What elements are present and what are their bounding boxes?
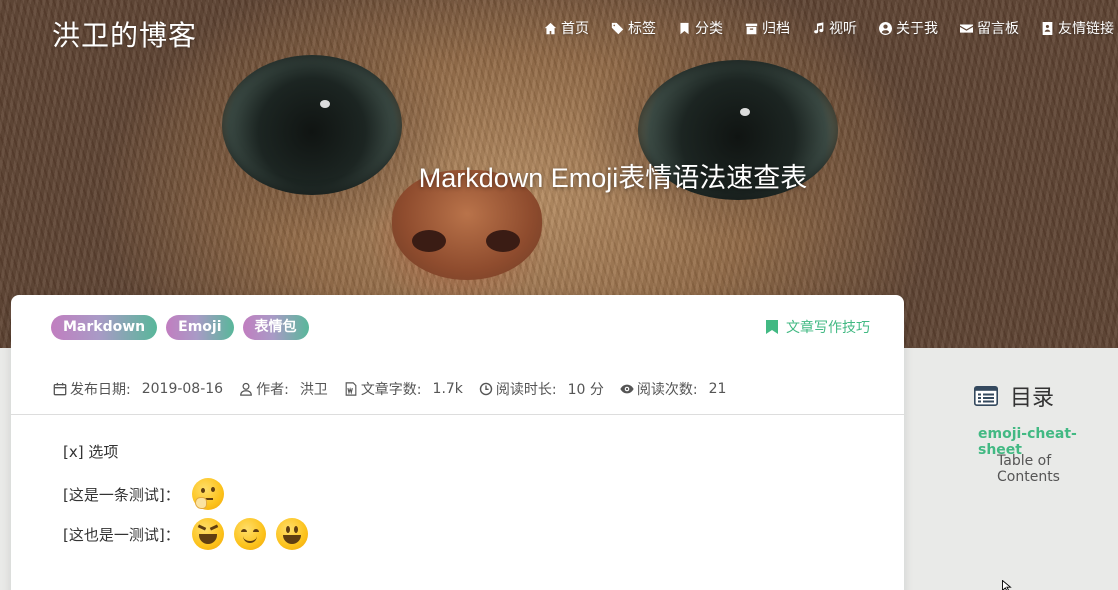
meta-divider: [11, 414, 904, 415]
mouse-cursor-icon: [1002, 580, 1012, 590]
home-icon: [544, 22, 557, 34]
content-line: [这是一条测试]：: [63, 476, 308, 512]
test-text: [这也是一测试]：: [63, 525, 180, 544]
nav-about-label: 关于我: [896, 21, 938, 37]
meta-date: 发布日期: 2019-08-16: [53, 379, 223, 399]
meta-author-value: 洪卫: [299, 382, 328, 398]
category-label: 文章写作技巧: [786, 320, 870, 336]
toc-item-table-of-contents[interactable]: Table of Contents: [997, 453, 1118, 485]
checkbox-option-text: [x] 选项: [63, 442, 119, 461]
cat-nostril: [412, 230, 446, 252]
user-icon: [240, 382, 252, 396]
content-line: [x] 选项: [63, 440, 308, 462]
list-icon: [974, 386, 998, 406]
cat-nostril: [486, 230, 520, 252]
smiling-face-icon: [233, 518, 266, 550]
meta-words-value: 1.7k: [432, 381, 463, 397]
meta-time-value: 10 分: [567, 382, 604, 398]
grinning-face-icon: [275, 518, 308, 550]
tag-chip[interactable]: Markdown: [51, 315, 158, 340]
meta-author-label: 作者:: [256, 382, 289, 398]
article-card: Markdown Emoji 表情包 文章写作技巧 发布日期: 2019-08-…: [11, 295, 904, 590]
post-title: Markdown Emoji表情语法速查表: [418, 163, 808, 193]
meta-words: 文章字数: 1.7k: [344, 379, 463, 399]
toc-header: 目录: [974, 380, 1054, 412]
nav-categories-label: 分类: [695, 21, 723, 37]
archive-icon: [745, 23, 758, 34]
tag-chip[interactable]: 表情包: [242, 315, 309, 340]
nav-friends[interactable]: 友情链接: [1041, 18, 1114, 38]
meta-views: 阅读次数: 21: [620, 379, 727, 399]
meta-time-label: 阅读时长:: [495, 382, 557, 398]
category-link[interactable]: 文章写作技巧: [766, 317, 870, 337]
post-meta: 发布日期: 2019-08-16 作者: 洪卫 文章字数: 1.7k 阅读时长:…: [53, 379, 726, 399]
meta-date-value: 2019-08-16: [141, 381, 224, 397]
nav-home-label: 首页: [561, 21, 589, 37]
bookmark-icon: [680, 22, 689, 34]
site-title[interactable]: 洪卫的博客: [52, 14, 197, 54]
calendar-icon: [53, 382, 67, 396]
toc-title: 目录: [1010, 386, 1055, 411]
meta-views-label: 阅读次数:: [636, 382, 698, 398]
nav-guestbook[interactable]: 留言板: [960, 18, 1019, 38]
tag-chip[interactable]: Emoji: [166, 315, 234, 340]
music-icon: [814, 21, 824, 33]
nav-media[interactable]: 视听: [812, 18, 857, 38]
eye-icon: [620, 384, 634, 394]
address-book-icon: [1042, 21, 1053, 35]
nav-archive-label: 归档: [762, 21, 790, 37]
post-content: [x] 选项 [这是一条测试]： [这也是一测试]：: [63, 440, 308, 552]
bookmark-icon: [766, 320, 778, 334]
nav-archive[interactable]: 归档: [745, 18, 790, 38]
clock-icon: [479, 382, 493, 396]
laughing-face-icon: [191, 518, 224, 550]
test-text: [这是一条测试]：: [63, 485, 180, 504]
content-line: [这也是一测试]：: [63, 516, 308, 552]
user-circle-icon: [879, 21, 892, 35]
meta-reading-time: 阅读时长: 10 分: [479, 379, 604, 399]
nav-media-label: 视听: [829, 21, 857, 37]
meta-date-label: 发布日期:: [70, 382, 131, 398]
thinking-face-icon: [191, 478, 224, 510]
nav-friends-label: 友情链接: [1058, 21, 1114, 37]
word-file-icon: [345, 382, 357, 396]
envelope-icon: [960, 23, 973, 33]
main-nav: 首页 标签 分类 归档 视听 关于我 留言板 友情链接: [544, 18, 1114, 38]
nav-home[interactable]: 首页: [544, 18, 589, 38]
tag-list: Markdown Emoji 表情包: [51, 315, 309, 340]
meta-author: 作者: 洪卫: [239, 379, 328, 399]
tags-icon: [611, 22, 624, 34]
meta-views-value: 21: [708, 381, 727, 397]
nav-tags-label: 标签: [628, 21, 656, 37]
meta-words-label: 文章字数:: [360, 382, 422, 398]
nav-categories[interactable]: 分类: [678, 18, 723, 38]
nav-guestbook-label: 留言板: [977, 21, 1019, 37]
nav-tags[interactable]: 标签: [611, 18, 656, 38]
nav-about[interactable]: 关于我: [879, 18, 938, 38]
